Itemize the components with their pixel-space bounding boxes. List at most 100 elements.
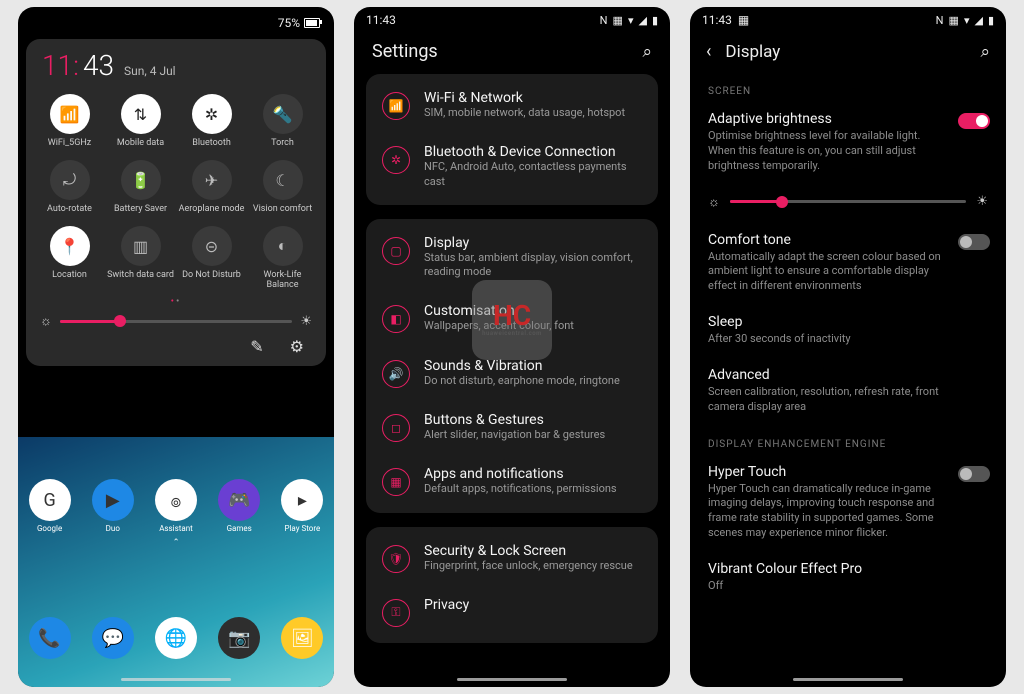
option-adaptive-brightness[interactable]: Adaptive brightness Optimise brightness … bbox=[690, 103, 1006, 186]
row-subtitle: SIM, mobile network, data usage, hotspot bbox=[424, 106, 625, 120]
qs-tile-mobile-data[interactable]: ⇅ Mobile data bbox=[105, 90, 176, 152]
qs-tile-wifi_5ghz[interactable]: 📶 WiFi_5GHz bbox=[34, 90, 105, 152]
settings-row-security-lock-screen[interactable]: 🛡 Security & Lock Screen Fingerprint, fa… bbox=[366, 531, 658, 585]
dock-app[interactable]: 💬 bbox=[92, 617, 134, 659]
section-label: DISPLAY ENHANCEMENT ENGINE bbox=[690, 427, 1006, 456]
qs-tile-torch[interactable]: 🔦 Torch bbox=[247, 90, 318, 152]
qs-tile-label: Mobile data bbox=[117, 138, 164, 148]
option-sleep[interactable]: Sleep After 30 seconds of inactivity bbox=[690, 306, 1006, 359]
row-icon: ✲ bbox=[382, 146, 410, 174]
qs-tile-vision-comfort[interactable]: ☾ Vision comfort bbox=[247, 156, 318, 218]
qs-tile-label: Battery Saver bbox=[114, 204, 167, 214]
navigation-handle[interactable] bbox=[793, 678, 903, 681]
toggle-adaptive-brightness[interactable] bbox=[958, 113, 990, 129]
option-advanced[interactable]: Advanced Screen calibration, resolution,… bbox=[690, 359, 1006, 427]
row-title: Wi-Fi & Network bbox=[424, 90, 625, 106]
option-title: Vibrant Colour Effect Pro bbox=[708, 561, 988, 577]
settings-row-apps-and-notifications[interactable]: ▦ Apps and notifications Default apps, n… bbox=[366, 454, 658, 508]
qs-tile-bluetooth[interactable]: ✲ Bluetooth bbox=[176, 90, 247, 152]
auto-rotate-icon: ⤾ bbox=[50, 160, 90, 200]
clock-minutes: 43 bbox=[83, 49, 114, 82]
bluetooth-icon: ✲ bbox=[192, 94, 232, 134]
wifi_5ghz-icon: 📶 bbox=[50, 94, 90, 134]
brightness-low-icon: ☼ bbox=[708, 194, 720, 210]
status-bar: 11:43 N ▦ ▾ ◢ ▮ bbox=[354, 7, 670, 29]
app-play-store[interactable]: ▸ Play Store bbox=[281, 479, 323, 533]
qs-tile-label: Auto-rotate bbox=[47, 204, 92, 214]
battery-saver-icon: 🔋 bbox=[121, 160, 161, 200]
app-assistant[interactable]: ๏ Assistant bbox=[155, 479, 197, 533]
app-icon: 🌐 bbox=[155, 617, 197, 659]
settings-card: ▢ Display Status bar, ambient display, v… bbox=[366, 219, 658, 513]
brightness-slider[interactable] bbox=[730, 200, 966, 203]
app-label: Assistant bbox=[159, 524, 193, 533]
nfc-icon: N bbox=[600, 14, 608, 27]
signal-icon: ◢ bbox=[638, 14, 646, 27]
clock-hours: 11: bbox=[42, 49, 79, 82]
qs-tile-auto-rotate[interactable]: ⤾ Auto-rotate bbox=[34, 156, 105, 218]
cast-icon: ▦ bbox=[949, 14, 959, 27]
dock-app[interactable]: 🖼 bbox=[281, 617, 323, 659]
row-subtitle: Do not disturb, earphone mode, ringtone bbox=[424, 374, 620, 388]
row-title: Privacy bbox=[424, 597, 469, 613]
settings-row-bluetooth-device-connection[interactable]: ✲ Bluetooth & Device Connection NFC, And… bbox=[366, 132, 658, 201]
mobile-data-icon: ⇅ bbox=[121, 94, 161, 134]
row-icon: 🛡 bbox=[382, 545, 410, 573]
app-label: Games bbox=[227, 524, 252, 533]
settings-row-buttons-gestures[interactable]: ◻ Buttons & Gestures Alert slider, navig… bbox=[366, 400, 658, 454]
row-title: Security & Lock Screen bbox=[424, 543, 633, 559]
settings-row-privacy[interactable]: ⚿ Privacy bbox=[366, 585, 658, 639]
toggle-comfort-tone[interactable] bbox=[958, 234, 990, 250]
qs-tile-label: Vision comfort bbox=[253, 204, 312, 214]
brightness-slider[interactable] bbox=[60, 320, 292, 323]
search-icon[interactable]: ⌕ bbox=[980, 42, 990, 62]
app-duo[interactable]: ▶ Duo bbox=[92, 479, 134, 533]
dock-app[interactable]: 📞 bbox=[29, 617, 71, 659]
app-drawer-handle[interactable]: ＾ bbox=[18, 537, 334, 554]
wifi-icon: ▾ bbox=[628, 14, 634, 27]
qs-tile-do-not-disturb[interactable]: ⊝ Do Not Disturb bbox=[176, 222, 247, 294]
app-google[interactable]: G Google bbox=[29, 479, 71, 533]
vision-comfort-icon: ☾ bbox=[263, 160, 303, 200]
app-label: Duo bbox=[106, 524, 120, 533]
qs-tile-switch-data-card[interactable]: ▥ Switch data card bbox=[105, 222, 176, 294]
qs-tile-aeroplane-mode[interactable]: ✈ Aeroplane mode bbox=[176, 156, 247, 218]
settings-row-wi-fi-network[interactable]: 📶 Wi-Fi & Network SIM, mobile network, d… bbox=[366, 78, 658, 132]
option-vibrant-colour-effect-pro[interactable]: Vibrant Colour Effect Pro Off bbox=[690, 553, 1006, 606]
dock-app[interactable]: 🌐 bbox=[155, 617, 197, 659]
edit-tiles-icon[interactable]: ✎ bbox=[250, 337, 263, 356]
aeroplane-mode-icon: ✈ bbox=[192, 160, 232, 200]
toggle-hyper-touch[interactable] bbox=[958, 466, 990, 482]
option-subtitle: Hyper Touch can dramatically reduce in-g… bbox=[708, 482, 988, 541]
option-subtitle: Automatically adapt the screen colour ba… bbox=[708, 250, 988, 295]
app-icon: 🖼 bbox=[281, 617, 323, 659]
row-title: Buttons & Gestures bbox=[424, 412, 605, 428]
battery-pct: 75% bbox=[278, 16, 300, 30]
row-subtitle: NFC, Android Auto, contactless payments … bbox=[424, 160, 642, 189]
app-games[interactable]: 🎮 Games bbox=[218, 479, 260, 533]
option-comfort-tone[interactable]: Comfort tone Automatically adapt the scr… bbox=[690, 224, 1006, 307]
row-title: Display bbox=[424, 235, 642, 251]
qs-tile-label: Aeroplane mode bbox=[179, 204, 245, 214]
row-icon: ◧ bbox=[382, 305, 410, 333]
option-subtitle: Optimise brightness level for available … bbox=[708, 129, 988, 174]
back-button[interactable]: ‹ bbox=[706, 41, 711, 62]
qs-tile-battery-saver[interactable]: 🔋 Battery Saver bbox=[105, 156, 176, 218]
image-icon: ▦ bbox=[738, 13, 749, 27]
search-icon[interactable]: ⌕ bbox=[642, 42, 652, 62]
navigation-handle[interactable] bbox=[457, 678, 567, 681]
open-settings-icon[interactable]: ⚙ bbox=[290, 337, 304, 356]
quick-settings-panel: 11: 43 Sun, 4 Jul 📶 WiFi_5GHz ⇅ Mobile d… bbox=[26, 39, 326, 366]
navigation-handle[interactable] bbox=[121, 678, 231, 681]
status-bar: 11:43 ▦ N ▦ ▾ ◢ ▮ bbox=[690, 7, 1006, 29]
dock-app[interactable]: 📷 bbox=[218, 617, 260, 659]
qs-tile-work-life-balance[interactable]: ◐ Work-Life Balance bbox=[247, 222, 318, 294]
clock-date: Sun, 4 Jul bbox=[124, 64, 176, 78]
qs-tile-location[interactable]: 📍 Location bbox=[34, 222, 105, 294]
app-label: Google bbox=[37, 524, 62, 533]
app-icon: 📞 bbox=[29, 617, 71, 659]
option-hyper-touch[interactable]: Hyper Touch Hyper Touch can dramatically… bbox=[690, 456, 1006, 553]
brightness-low-icon: ☼ bbox=[40, 313, 52, 329]
image-icon: ▦ bbox=[613, 14, 623, 27]
switch-data-card-icon: ▥ bbox=[121, 226, 161, 266]
